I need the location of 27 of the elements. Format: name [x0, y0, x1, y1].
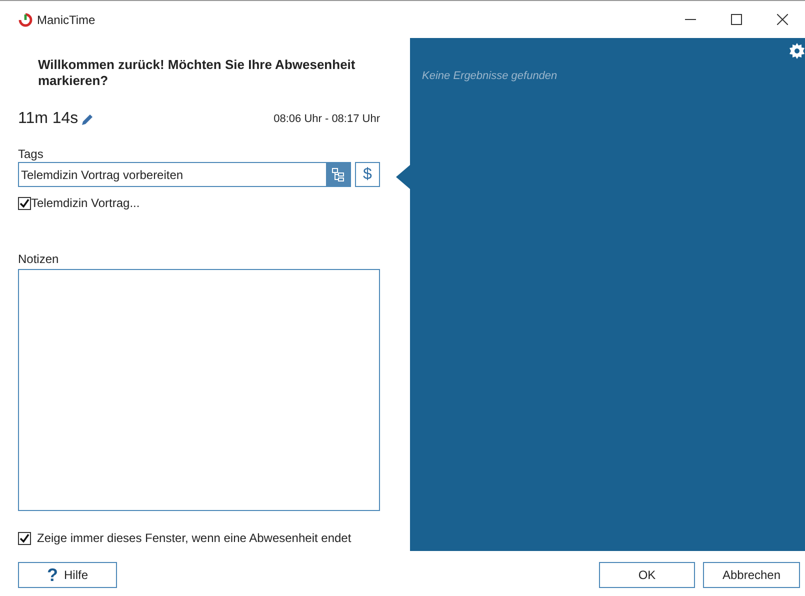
close-icon	[776, 14, 788, 25]
cancel-button[interactable]: Abbrechen	[703, 562, 800, 588]
billable-button[interactable]: $	[355, 162, 380, 187]
settings-icon[interactable]	[789, 43, 805, 59]
help-button[interactable]: ? Hilfe	[18, 562, 117, 588]
duration: 11m 14s	[18, 109, 78, 129]
window-title: ManicTime	[37, 12, 96, 28]
heading: Willkommen zurück! Möchten Sie Ihre Abwesenheit markieren?	[37, 57, 356, 89]
always-show-label: Zeige immer dieses Fenster, wenn eine Abwesenheit endet	[37, 530, 352, 547]
checkbox[interactable]	[18, 532, 31, 544]
notes-field[interactable]	[18, 269, 380, 511]
checkbox[interactable]	[18, 196, 31, 210]
minimize-icon	[684, 19, 696, 20]
tag-tree-button[interactable]	[326, 163, 350, 186]
no-results-text: Keine Ergebnisse gefunden	[421, 69, 558, 84]
pencil-icon	[81, 112, 94, 126]
maximize-icon	[730, 14, 742, 25]
checkmark-icon	[19, 532, 30, 544]
app-logo-icon	[18, 12, 33, 27]
hierarchy-icon	[332, 168, 344, 182]
tags-field[interactable]: Telemdizin Vortrag vorbereiten	[18, 162, 351, 187]
time-range: 08:06 Uhr - 08:17 Uhr	[274, 112, 380, 127]
tags-label: Tags	[18, 147, 44, 161]
notes-label: Notizen	[18, 252, 60, 266]
ok-button[interactable]: OK	[599, 562, 695, 588]
tag-item-label: Telemdizin Vortrag...	[31, 195, 140, 212]
checkmark-icon	[19, 198, 30, 208]
